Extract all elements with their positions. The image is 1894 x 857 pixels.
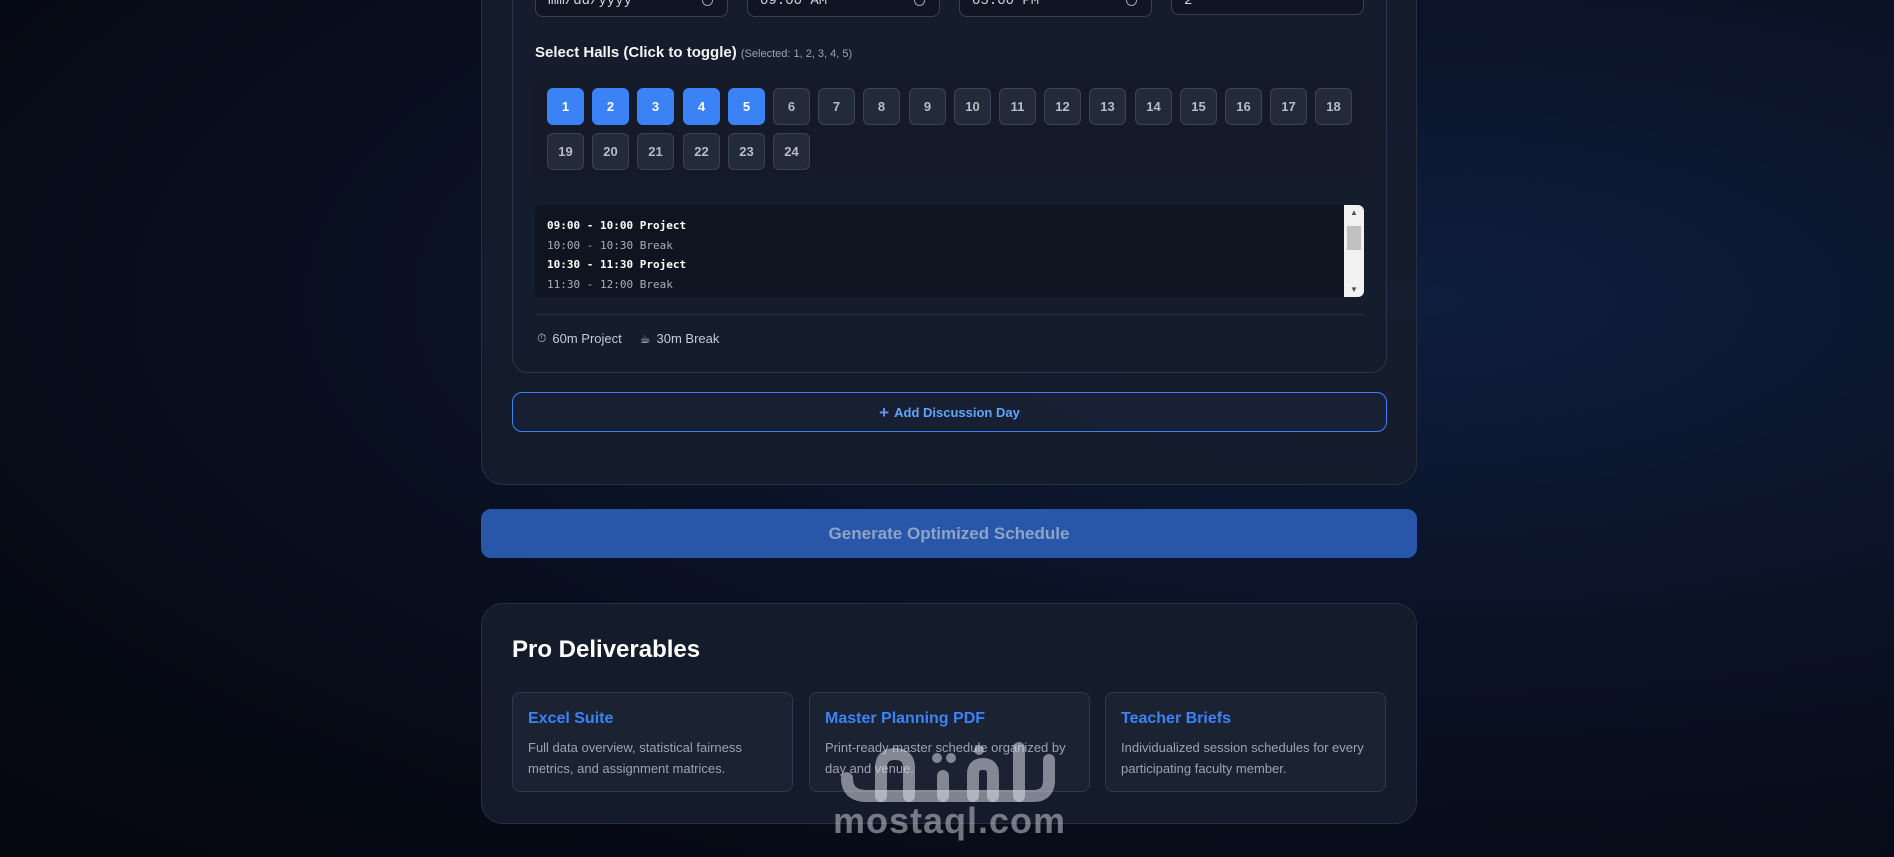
timeline-project-slot: 09:00 - 10:00 Project — [547, 219, 687, 232]
legend-break: ☕ 30m Break — [639, 331, 720, 346]
hall-toggle-13[interactable]: 13 — [1089, 88, 1126, 125]
hall-toggle-23[interactable]: 23 — [728, 133, 765, 170]
hall-toggle-6[interactable]: 6 — [773, 88, 810, 125]
hall-toggle-19[interactable]: 19 — [547, 133, 584, 170]
clock-icon[interactable] — [1126, 0, 1137, 6]
hall-toggle-24[interactable]: 24 — [773, 133, 810, 170]
divider — [535, 314, 1364, 315]
stopwatch-icon: ⏱ — [537, 331, 547, 345]
hall-toggle-5[interactable]: 5 — [728, 88, 765, 125]
scrollbar[interactable]: ▲ ▼ — [1344, 205, 1364, 297]
hall-toggle-18[interactable]: 18 — [1315, 88, 1352, 125]
hall-toggle-12[interactable]: 12 — [1044, 88, 1081, 125]
deliverable-card-pdf: Master Planning PDF Print-ready master s… — [809, 692, 1090, 792]
timeline-break-slot: 10:00 - 10:30 Break — [547, 238, 673, 252]
hall-toggle-4[interactable]: 4 — [683, 88, 720, 125]
hall-toggle-8[interactable]: 8 — [863, 88, 900, 125]
hall-toggle-17[interactable]: 17 — [1270, 88, 1307, 125]
scroll-thumb[interactable] — [1347, 226, 1361, 250]
hall-toggle-10[interactable]: 10 — [954, 88, 991, 125]
hall-toggle-11[interactable]: 11 — [999, 88, 1036, 125]
duration-legend: ⏱ 60m Project ☕ 30m Break — [537, 331, 719, 346]
add-discussion-day-button[interactable]: + Add Discussion Day — [512, 392, 1387, 432]
timeline-project-slot: 12:00 - 13:00 Project — [547, 294, 686, 297]
hall-toggle-7[interactable]: 7 — [818, 88, 855, 125]
deliverables-title: Pro Deliverables — [512, 636, 701, 663]
hall-toggle-16[interactable]: 16 — [1225, 88, 1262, 125]
end-time-input[interactable]: 05:00 PM — [959, 0, 1152, 17]
hall-toggle-22[interactable]: 22 — [683, 133, 720, 170]
selected-halls-summary: (Selected: 1, 2, 3, 4, 5) — [740, 48, 853, 60]
deliverable-card-teacher: Teacher Briefs Individualized session sc… — [1105, 692, 1386, 792]
halls-grid: 1 2 3 4 5 6 7 8 9 10 11 12 13 14 15 16 17 18 19 20 21 22 23 24 — [535, 77, 1364, 183]
hall-toggle-21[interactable]: 21 — [637, 133, 674, 170]
scroll-up-icon[interactable]: ▲ — [1344, 208, 1364, 217]
hall-toggle-3[interactable]: 3 — [637, 88, 674, 125]
deliverable-title: Teacher Briefs — [1121, 710, 1231, 727]
hall-toggle-1[interactable]: 1 — [547, 88, 584, 125]
count-input[interactable]: 2 — [1171, 0, 1364, 15]
calendar-icon[interactable] — [702, 0, 713, 6]
scroll-down-icon[interactable]: ▼ — [1344, 285, 1364, 294]
timeline-project-slot: 10:30 - 11:30 Project — [547, 258, 687, 271]
deliverable-title: Master Planning PDF — [825, 710, 986, 727]
deliverable-description: Print-ready master schedule organized by… — [825, 740, 1066, 776]
clock-icon[interactable] — [914, 0, 925, 6]
deliverable-description: Individualized session schedules for eve… — [1121, 740, 1364, 776]
timeline-break-slot: 11:30 - 12:00 Break — [547, 277, 673, 291]
hall-toggle-2[interactable]: 2 — [592, 88, 629, 125]
deliverable-title: Excel Suite — [528, 710, 614, 727]
schedule-preview-lines: 09:00 - 10:00 Project 10:00 - 10:30 Break… — [547, 216, 686, 297]
start-time-input[interactable]: 09:00 AM — [747, 0, 940, 17]
hall-toggle-9[interactable]: 9 — [909, 88, 946, 125]
deliverable-description: Full data overview, statistical fairness… — [528, 740, 742, 776]
generate-schedule-button[interactable]: Generate Optimized Schedule — [481, 509, 1417, 558]
halls-heading: Select Halls (Click to toggle) (Selected… — [535, 44, 853, 61]
schedule-preview[interactable]: 09:00 - 10:00 Project 10:00 - 10:30 Break… — [535, 205, 1364, 297]
plus-icon: + — [879, 402, 890, 422]
coffee-icon: ☕ — [639, 331, 651, 346]
date-input[interactable]: mm/dd/yyyy — [535, 0, 728, 17]
legend-project: ⏱ 60m Project — [537, 331, 622, 346]
hall-toggle-14[interactable]: 14 — [1135, 88, 1172, 125]
hall-toggle-15[interactable]: 15 — [1180, 88, 1217, 125]
deliverable-card-excel: Excel Suite Full data overview, statisti… — [512, 692, 793, 792]
hall-toggle-20[interactable]: 20 — [592, 133, 629, 170]
